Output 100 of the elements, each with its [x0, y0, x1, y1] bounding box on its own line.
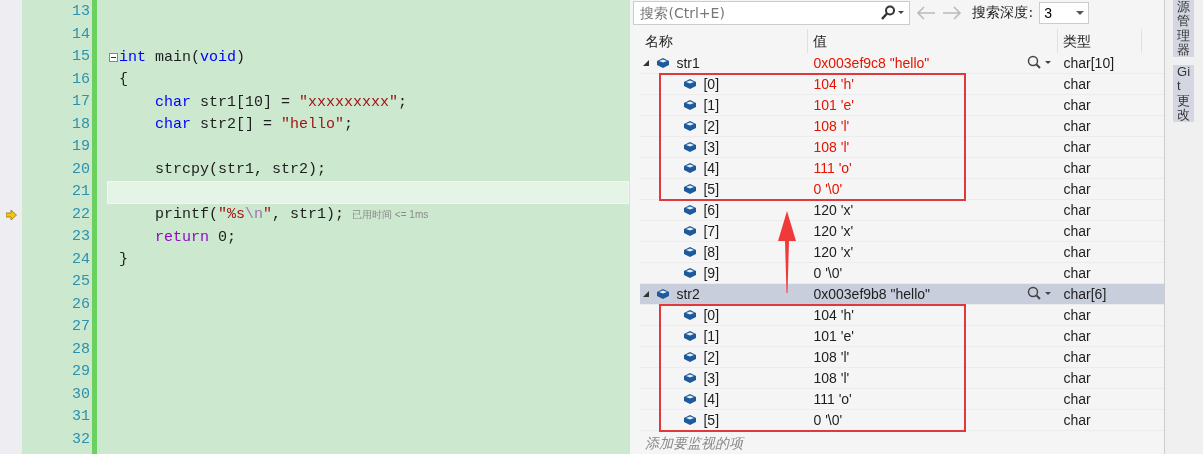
add-watch-field[interactable]: 添加要监视的项 [640, 431, 820, 454]
variable-value: 108 'l' [813, 348, 850, 367]
execution-arrow-icon [5, 209, 17, 220]
variable-type: char [1063, 201, 1091, 220]
line-number: 28 [71, 339, 91, 360]
variable-value: 104 'h' [813, 75, 854, 94]
code-line: printf("%s\n", str1); [154, 206, 345, 224]
expand-triangle-icon[interactable] [642, 59, 651, 67]
variable-value: 0x003ef9b8 "hello" [813, 285, 931, 304]
variable-name: [9] [703, 264, 720, 283]
variable-icon [683, 120, 698, 132]
variable-value: 120 'x' [813, 243, 854, 262]
line-number: 17 [71, 92, 91, 112]
variable-icon [683, 330, 698, 342]
line-number: 21 [71, 182, 91, 202]
search-icon[interactable] [879, 4, 906, 21]
variable-name: [3] [703, 369, 720, 388]
variable-icon [656, 57, 671, 69]
variable-name: [8] [703, 243, 720, 262]
column-header[interactable]: 名称 [640, 29, 809, 53]
line-number: 16 [71, 69, 91, 90]
variable-value: 108 'l' [813, 117, 850, 136]
variable-icon [683, 78, 698, 90]
column-header[interactable]: 值 [808, 29, 1059, 53]
column-header[interactable]: 类型 [1058, 29, 1143, 53]
variable-type: char [1063, 369, 1091, 388]
side-tab[interactable]: Git 更改 [1173, 65, 1195, 123]
line-number: 26 [71, 294, 91, 315]
variable-icon [683, 393, 698, 405]
code-line: char str1[10] = "xxxxxxxxx"; [154, 93, 408, 111]
variable-type: char[10] [1063, 54, 1115, 73]
variable-icon [683, 183, 698, 195]
variable-type: char [1063, 96, 1091, 115]
variable-value: 108 'l' [813, 138, 850, 157]
variable-value: 108 'l' [813, 369, 850, 388]
variable-type: char [1063, 75, 1091, 94]
code-line: int main(void) [119, 48, 246, 66]
line-number: 18 [71, 114, 91, 135]
code-line: } [119, 251, 128, 269]
search-depth-select[interactable]: 3 [1039, 1, 1090, 24]
variable-icon [683, 351, 698, 363]
search-field[interactable]: 搜索(Ctrl+E) [633, 0, 911, 25]
line-number: 32 [71, 429, 91, 450]
variable-icon [683, 204, 698, 216]
variable-value: 120 'x' [813, 222, 854, 241]
variable-icon [683, 414, 698, 426]
side-tab[interactable]: 源管理器 [1173, 0, 1195, 58]
line-number: 30 [71, 384, 91, 405]
magnifier-icon[interactable] [1026, 55, 1053, 71]
variable-name: [4] [703, 159, 720, 178]
variable-type: char [1063, 348, 1091, 367]
caret-icon[interactable] [1076, 10, 1085, 15]
search-depth-label: 搜索深度: [972, 3, 1034, 22]
variable-icon [683, 372, 698, 384]
line-number: 13 [71, 2, 91, 22]
expand-triangle-icon[interactable] [642, 290, 651, 298]
variable-icon [656, 288, 671, 300]
variable-value: 0 '\0' [813, 180, 843, 199]
variable-value: 0 '\0' [813, 264, 843, 283]
variable-type: char [1063, 306, 1091, 325]
variable-name: [5] [703, 411, 720, 430]
variable-type: char [1063, 222, 1091, 241]
line-number: 29 [71, 362, 91, 382]
line-number: 31 [71, 407, 91, 427]
variable-name: str1 [676, 54, 700, 73]
line-number: 27 [71, 317, 91, 337]
variable-name: [0] [703, 306, 720, 325]
code-line: char str2[] = "hello"; [154, 116, 354, 134]
variable-icon [683, 267, 698, 279]
magnifier-icon[interactable] [1026, 286, 1053, 302]
collapse-icon[interactable] [108, 52, 118, 62]
variable-value: 111 'o' [813, 390, 852, 409]
variable-name: [4] [703, 390, 720, 409]
variable-value: 111 'o' [813, 159, 852, 178]
variable-value: 104 'h' [813, 306, 854, 325]
line-number: 20 [71, 159, 91, 180]
code-line: return 0; [154, 228, 237, 246]
line-number: 22 [71, 204, 91, 225]
code-line: strcpy(str1, str2); [154, 161, 327, 179]
variable-name: [1] [703, 96, 720, 115]
line-number: 25 [71, 272, 91, 292]
search-input[interactable]: 搜索(Ctrl+E) [638, 3, 880, 22]
elapsed-time-hint: 已用时间 <= 1ms [352, 207, 429, 222]
code-line: { [119, 71, 128, 89]
variable-type: char [1063, 138, 1091, 157]
variable-type: char[6] [1063, 285, 1107, 304]
variable-name: [2] [703, 117, 720, 136]
variable-type: char [1063, 243, 1091, 262]
variable-type: char [1063, 117, 1091, 136]
line-number: 14 [71, 24, 91, 45]
variable-name: [5] [703, 180, 720, 199]
variable-type: char [1063, 159, 1091, 178]
variable-icon [683, 246, 698, 258]
variable-value: 120 'x' [813, 201, 854, 220]
line-number: 23 [71, 227, 91, 247]
variable-name: [0] [703, 75, 720, 94]
variable-value: 101 'e' [813, 96, 854, 115]
variable-type: char [1063, 327, 1091, 346]
variable-icon [683, 162, 698, 174]
variable-name: [6] [703, 201, 720, 220]
